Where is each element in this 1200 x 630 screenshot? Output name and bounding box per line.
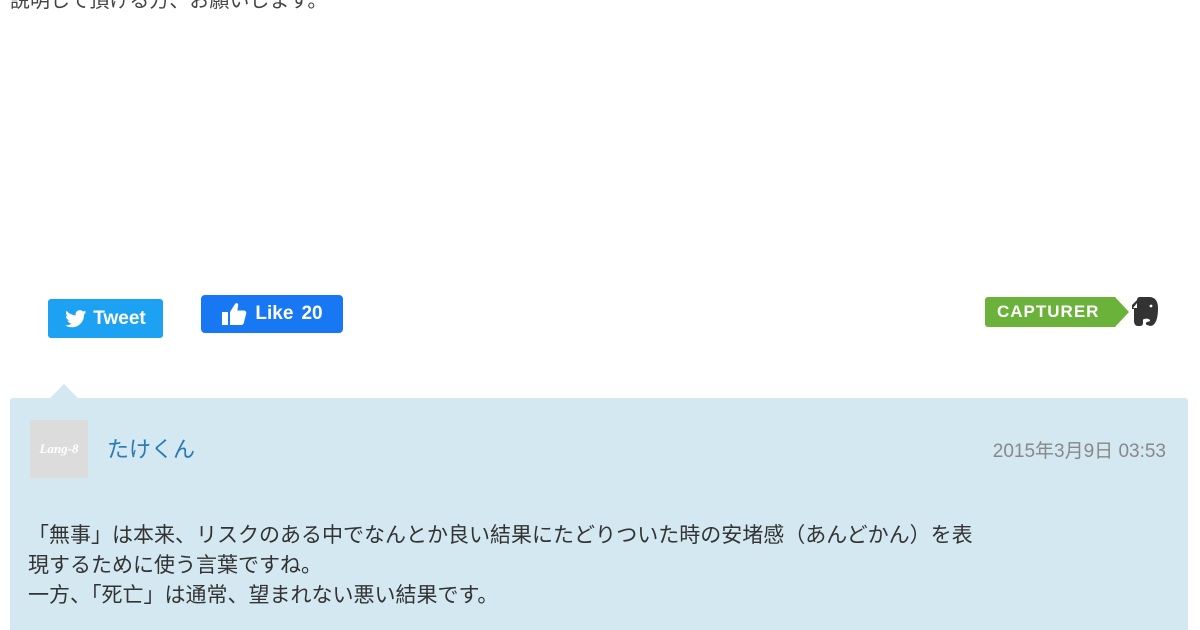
thumbs-up-icon: [222, 303, 247, 325]
post-text-partial: 説明して頂ける方、お願いします。: [10, 0, 328, 12]
like-count: 20: [301, 303, 323, 324]
comment-timestamp: 2015年3月9日 03:53: [992, 441, 1166, 462]
comment-body: 「無事」は本来、リスクのある中でなんとか良い結果にたどりついた時の安堵感（あんど…: [28, 520, 1168, 610]
tweet-label: Tweet: [93, 307, 146, 329]
comment-pointer: [50, 384, 78, 398]
tweet-button[interactable]: Tweet: [48, 299, 163, 338]
capturer-button[interactable]: CAPTURER: [985, 297, 1161, 327]
comment-username[interactable]: たけくん: [107, 432, 195, 464]
comment-line: 「無事」は本来、リスクのある中でなんとか良い結果にたどりついた時の安堵感（あんど…: [28, 523, 973, 547]
like-label: Like: [255, 303, 294, 324]
page: 説明して頂ける方、お願いします。 Tweet Like 20 CAPTURER …: [0, 0, 1200, 630]
like-button[interactable]: Like 20: [201, 295, 343, 333]
comment-card: Lang-8 たけくん 2015年3月9日 03:53 「無事」は本来、リスクの…: [10, 384, 1188, 630]
twitter-bird-icon: [65, 309, 87, 327]
evernote-elephant-icon: [1132, 297, 1159, 326]
avatar[interactable]: Lang-8: [30, 420, 88, 478]
capturer-label: CAPTURER: [985, 297, 1130, 327]
comment-line: 一方、「死亡」は通常、望まれない悪い結果です。: [28, 583, 499, 607]
avatar-logo-text: Lang-8: [39, 441, 79, 456]
comment-line: 現するために使う言葉ですね。: [28, 553, 322, 577]
